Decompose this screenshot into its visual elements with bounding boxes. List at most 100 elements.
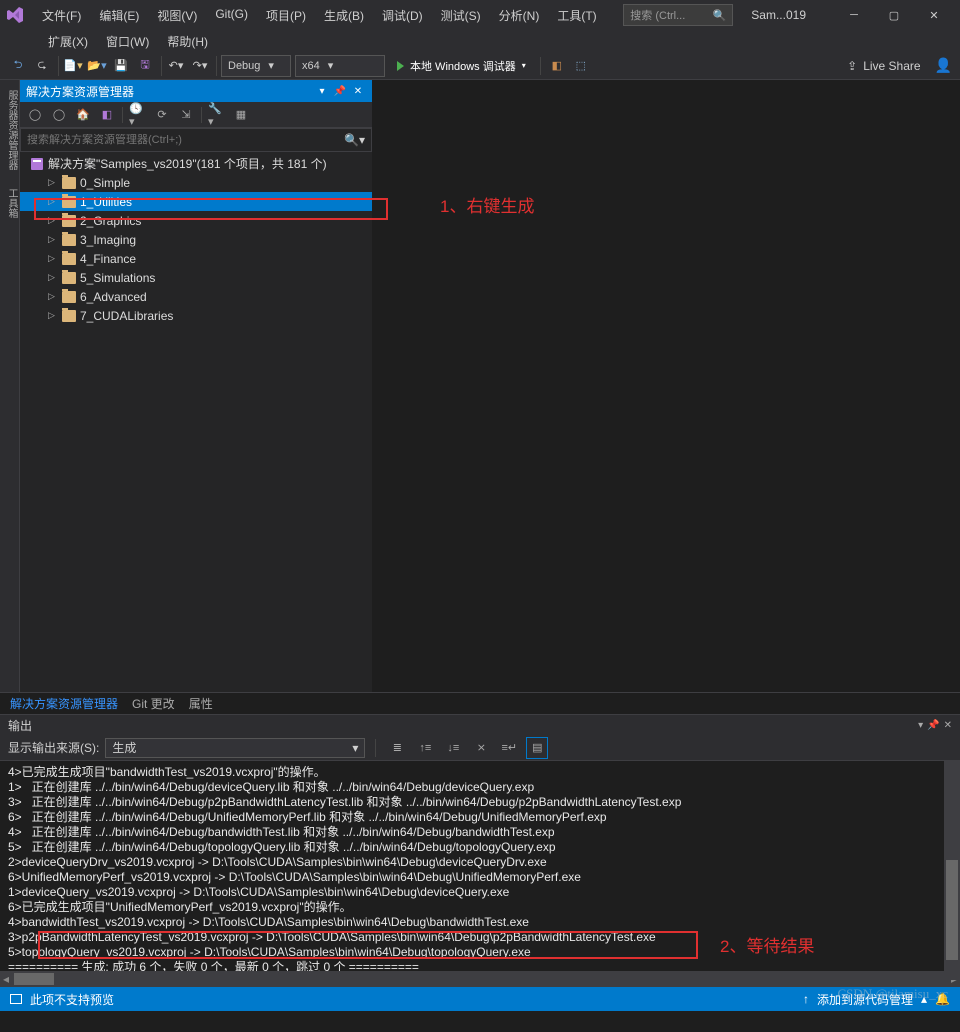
solution-search[interactable]: 🔍▾: [20, 128, 372, 152]
account-icon[interactable]: 👤: [935, 57, 952, 74]
solution-explorer-title-text: 解决方案资源管理器: [26, 83, 134, 100]
solution-root-row[interactable]: 解决方案"Samples_vs2019"(181 个项目，共 181 个): [20, 154, 372, 173]
panel-pin-icon[interactable]: 📌: [927, 720, 939, 731]
menu-item[interactable]: 生成(B): [316, 3, 372, 28]
folder-label: 3_Imaging: [80, 233, 136, 247]
output-toolbar: 显示输出来源(S): 生成▾ ≣ ↑≡ ↓≡ ⨯ ≡↵ ▤: [0, 735, 960, 761]
out-prev-icon[interactable]: ↑≡: [414, 737, 436, 759]
chevron-right-icon: ▷: [48, 272, 58, 283]
solution-tree[interactable]: 解决方案"Samples_vs2019"(181 个项目，共 181 个) ▷ 0…: [20, 152, 372, 692]
panel-close-icon[interactable]: ✕: [944, 720, 952, 731]
search-icon: 🔍▾: [344, 133, 365, 147]
output-source-value: 生成: [112, 739, 136, 756]
console-line: 6>UnifiedMemoryPerf_vs2019.vcxproj -> D:…: [8, 870, 952, 885]
folder-icon: [62, 215, 76, 227]
panel-tab[interactable]: 属性: [189, 695, 213, 712]
minimize-button[interactable]: ─: [834, 1, 874, 29]
toolbar-icon-2[interactable]: ⬚: [571, 56, 591, 76]
tree-folder-row[interactable]: ▷3_Imaging: [20, 230, 372, 249]
solution-icon: [30, 157, 44, 171]
vertical-scrollbar[interactable]: [944, 760, 960, 980]
close-button[interactable]: ✕: [914, 1, 954, 29]
out-toggle-icon[interactable]: ▤: [526, 737, 548, 759]
panel-dropdown-icon[interactable]: ▾: [314, 86, 330, 97]
annotation-text-2: 2、等待结果: [720, 932, 814, 957]
sol-home-icon[interactable]: 🏠: [74, 106, 92, 124]
tree-folder-row[interactable]: ▷7_CUDALibraries: [20, 306, 372, 325]
tree-folder-row[interactable]: ▷6_Advanced: [20, 287, 372, 306]
menu-item[interactable]: 编辑(E): [91, 3, 147, 28]
tree-folder-row[interactable]: ▷2_Graphics: [20, 211, 372, 230]
sol-back-icon[interactable]: ◯: [26, 106, 44, 124]
sol-switch-icon[interactable]: ◧: [98, 106, 116, 124]
panel-tab[interactable]: Git 更改: [132, 695, 175, 712]
menu-item[interactable]: 测试(S): [433, 3, 489, 28]
sol-fwd-icon[interactable]: ◯: [50, 106, 68, 124]
menu-item[interactable]: 调试(D): [374, 3, 431, 28]
output-panel: 输出 ▾ 📌 ✕ 显示输出来源(S): 生成▾ ≣ ↑≡ ↓≡ ⨯ ≡↵ ▤ 4…: [0, 714, 960, 987]
console-line: 2>deviceQueryDrv_vs2019.vcxproj -> D:\To…: [8, 855, 952, 870]
live-share-button[interactable]: ⇪ Live Share: [847, 59, 920, 73]
nav-forward-button[interactable]: ⮎: [32, 56, 52, 76]
start-debug-button[interactable]: 本地 Windows 调试器 ▾: [389, 55, 534, 77]
open-button[interactable]: 📂▾: [87, 56, 107, 76]
menu-item[interactable]: 分析(N): [491, 3, 548, 28]
server-explorer-tab[interactable]: 服务器资源管理器: [0, 86, 19, 174]
chevron-right-icon: ▷: [48, 196, 58, 207]
folder-label: 7_CUDALibraries: [80, 309, 173, 323]
panel-dropdown-icon[interactable]: ▾: [918, 720, 923, 731]
sol-props-icon[interactable]: ▦: [232, 106, 250, 124]
panel-pin-icon[interactable]: 📌: [332, 86, 348, 97]
save-button[interactable]: 💾: [111, 56, 131, 76]
sol-collapse-icon[interactable]: ⇲: [177, 106, 195, 124]
toolbar-icon-1[interactable]: ◧: [547, 56, 567, 76]
folder-label: 0_Simple: [80, 176, 130, 190]
nav-back-button[interactable]: ⮌: [8, 56, 28, 76]
config-combo[interactable]: Debug▾: [221, 55, 291, 77]
start-debug-label: 本地 Windows 调试器: [410, 58, 516, 74]
panel-close-icon[interactable]: ✕: [350, 86, 366, 97]
menu-item[interactable]: 帮助(H): [159, 31, 216, 52]
platform-combo[interactable]: x64▾: [295, 55, 385, 77]
title-search[interactable]: 搜索 (Ctrl... 🔍: [623, 4, 733, 26]
toolbox-tab[interactable]: 工具箱: [0, 184, 19, 222]
output-console[interactable]: 4>已完成生成项目"bandwidthTest_vs2019.vcxproj"的…: [0, 761, 960, 971]
main-menu-row2: 扩展(X)窗口(W)帮助(H): [0, 30, 960, 52]
solution-toolbar: ◯ ◯ 🏠 ◧ 🕓▾ ⟳ ⇲ 🔧▾ ▦: [20, 102, 372, 128]
sol-refresh-icon[interactable]: 🕓▾: [129, 106, 147, 124]
redo-button[interactable]: ↷▾: [190, 56, 210, 76]
sol-wrench-icon[interactable]: 🔧▾: [208, 106, 226, 124]
chevron-right-icon: ▷: [48, 177, 58, 188]
horizontal-scrollbar[interactable]: ◂ ▸: [0, 971, 960, 987]
folder-icon: [62, 234, 76, 246]
sol-sync-icon[interactable]: ⟳: [153, 106, 171, 124]
tree-folder-row[interactable]: ▷ 0_Simple: [20, 173, 372, 192]
title-bar: 文件(F)编辑(E)视图(V)Git(G)项目(P)生成(B)调试(D)测试(S…: [0, 0, 960, 30]
menu-item[interactable]: 工具(T): [549, 3, 604, 28]
folder-icon: [62, 310, 76, 322]
undo-button[interactable]: ↶▾: [166, 56, 186, 76]
out-wrap-icon[interactable]: ≡↵: [498, 737, 520, 759]
vs-logo-icon: [6, 6, 24, 24]
out-next-icon[interactable]: ↓≡: [442, 737, 464, 759]
menu-item[interactable]: 项目(P): [258, 3, 314, 28]
search-icon: 🔍: [713, 9, 727, 22]
menu-item[interactable]: 文件(F): [34, 3, 89, 28]
solution-search-input[interactable]: [27, 134, 344, 146]
console-line: 1> 正在创建库 ../../bin/win64/Debug/deviceQue…: [8, 780, 952, 795]
console-line: 4> 正在创建库 ../../bin/win64/Debug/bandwidth…: [8, 825, 952, 840]
menu-item[interactable]: 视图(V): [149, 3, 205, 28]
panel-tab[interactable]: 解决方案资源管理器: [10, 695, 118, 712]
out-goto-icon[interactable]: ≣: [386, 737, 408, 759]
menu-item[interactable]: 窗口(W): [98, 31, 157, 52]
output-source-combo[interactable]: 生成▾: [105, 738, 365, 758]
save-all-button[interactable]: 🖫: [135, 56, 155, 76]
tree-folder-row[interactable]: ▷5_Simulations: [20, 268, 372, 287]
tree-folder-row[interactable]: ▷1_Utilities: [20, 192, 372, 211]
out-clear-icon[interactable]: ⨯: [470, 737, 492, 759]
tree-folder-row[interactable]: ▷4_Finance: [20, 249, 372, 268]
maximize-button[interactable]: ▢: [874, 1, 914, 29]
new-item-button[interactable]: 📄▾: [63, 56, 83, 76]
menu-item[interactable]: 扩展(X): [40, 31, 96, 52]
menu-item[interactable]: Git(G): [207, 3, 256, 28]
